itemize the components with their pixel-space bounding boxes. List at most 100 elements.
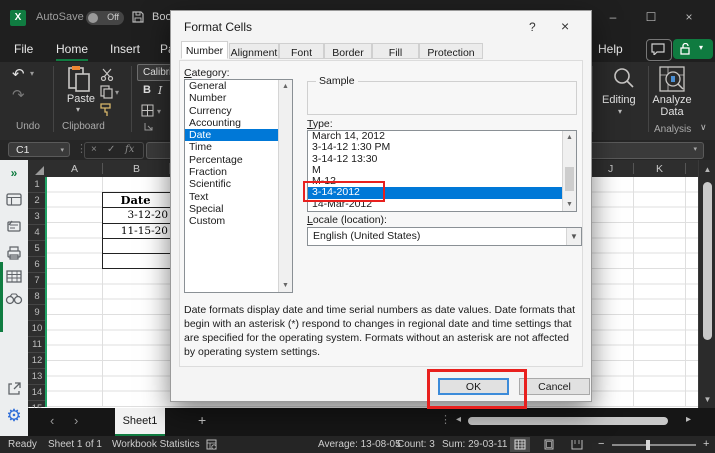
minimize-button[interactable]: – [604,10,622,24]
comments-button[interactable] [646,39,672,61]
copy-chevron-icon[interactable]: ▾ [115,88,119,97]
category-item[interactable]: Text [185,191,292,203]
formula-cancel-icon[interactable]: × [91,144,97,155]
dialog-tab-fill[interactable]: Fill [372,43,419,59]
editing-search-icon[interactable] [612,66,636,90]
window-close-button[interactable]: × [680,10,698,24]
sheet-tab-sheet1[interactable]: Sheet1 [115,408,165,436]
column-header-a[interactable]: A [71,163,78,175]
locale-dropdown[interactable]: English (United States) ▼ [307,227,582,246]
tab-insert[interactable]: Insert [110,42,140,56]
autosave-toggle[interactable]: Off [86,11,124,25]
bold-button[interactable]: B [143,84,151,96]
tab-home[interactable]: Home [56,42,88,61]
form-panel-icon[interactable] [6,220,22,233]
row-header[interactable]: 3 [28,209,46,225]
grid-panel-icon[interactable] [6,270,22,283]
type-scroll-thumb[interactable] [565,167,574,191]
row-header[interactable]: 10 [28,321,46,337]
zoom-slider-knob[interactable] [646,440,650,450]
hscroll-right-icon[interactable]: ▸ [686,414,691,425]
category-item[interactable]: Custom [185,215,292,227]
column-header-b[interactable]: B [133,163,140,175]
type-item[interactable]: 3-14-12 13:30 [308,154,576,165]
row-header[interactable]: 4 [28,225,46,241]
analyze-data-label-1[interactable]: Analyze [652,94,692,106]
cell-b5[interactable] [103,239,170,254]
category-item[interactable]: Time [185,141,292,153]
zoom-in-button[interactable]: + [703,438,709,450]
format-painter-icon[interactable] [99,103,114,117]
row-header[interactable]: 6 [28,257,46,273]
table-panel-icon[interactable] [6,193,22,206]
type-item[interactable]: March 14, 2012 [308,131,576,142]
cell-b2[interactable]: Date [103,193,170,208]
category-item[interactable]: Number [185,92,292,104]
prev-sheet-icon[interactable]: ‹ [50,413,54,428]
row-header[interactable]: 9 [28,305,46,321]
undo-icon[interactable]: ↶ [12,65,25,83]
zoom-slider-track[interactable] [612,444,696,446]
row-header[interactable]: 14 [28,385,46,401]
view-normal-button[interactable] [510,437,530,452]
zoom-out-button[interactable]: − [598,438,604,450]
row-header[interactable]: 1 [28,177,46,193]
dialog-tab-border[interactable]: Border [324,43,372,59]
editing-label[interactable]: Editing [602,94,636,106]
cell-b6[interactable] [103,254,170,268]
category-list[interactable]: General Number Currency Accounting Date … [184,79,293,293]
column-header-k[interactable]: K [656,163,663,175]
category-item[interactable]: Special [185,203,292,215]
cancel-button[interactable]: Cancel [519,378,590,395]
maximize-button[interactable]: ☐ [642,10,660,24]
column-header-j[interactable]: J [608,163,613,175]
status-workbook-statistics[interactable]: Workbook Statistics [112,439,200,450]
italic-button[interactable]: I [158,84,162,97]
cell-b4[interactable]: 11-15-20 [103,224,170,239]
dialog-close-button[interactable]: × [561,18,569,34]
dialog-tab-alignment[interactable]: Alignment [229,43,279,59]
clipboard-launcher-icon[interactable] [144,122,153,131]
type-scrollbar[interactable]: ▲ ▼ [562,131,576,211]
row-header[interactable]: 12 [28,353,46,369]
dialog-tab-font[interactable]: Font [279,43,324,59]
cut-icon[interactable] [100,68,114,81]
collapse-ribbon-icon[interactable]: ∨ [700,122,707,133]
category-item[interactable]: Fraction [185,166,292,178]
vertical-scroll-thumb[interactable] [703,182,712,340]
undo-chevron-icon[interactable]: ▾ [30,69,34,78]
tab-help[interactable]: Help [598,42,623,56]
category-item[interactable]: General [185,80,292,92]
status-count[interactable]: Count: 3 [397,439,435,450]
borders-chevron-icon[interactable]: ▾ [157,107,161,116]
editing-chevron-icon[interactable]: ▾ [618,107,622,116]
expand-panel-icon[interactable]: » [0,166,28,180]
category-item-selected[interactable]: Date [185,129,292,141]
category-item[interactable]: Percentage [185,154,292,166]
category-item[interactable]: Currency [185,105,292,117]
category-scrollbar[interactable]: ▲ ▼ [278,80,292,292]
borders-icon[interactable] [141,104,154,117]
status-sheet-count[interactable]: Sheet 1 of 1 [48,439,102,450]
status-average[interactable]: Average: 13-08-05 [318,439,401,450]
tab-file[interactable]: File [14,42,33,56]
cell-b3[interactable]: 3-12-20 [103,208,170,223]
insert-function-icon[interactable]: fx [125,144,134,155]
category-item[interactable]: Accounting [185,117,292,129]
paste-chevron-icon[interactable]: ▾ [76,105,80,114]
settings-gear-icon[interactable]: ⚙ [0,406,28,426]
vertical-scrollbar[interactable]: ▲ ▼ [698,160,715,408]
horizontal-scroll-thumb[interactable] [468,417,668,425]
share-button[interactable]: ▾ [673,39,713,59]
scroll-down-icon[interactable]: ▼ [699,395,715,404]
row-header[interactable]: 7 [28,273,46,289]
view-page-layout-button[interactable] [539,437,559,452]
formula-enter-icon[interactable]: ✓ [107,144,115,155]
scroll-up-icon[interactable]: ▲ [279,83,292,90]
find-panel-icon[interactable] [5,293,23,306]
analyze-data-icon[interactable] [658,65,686,93]
formula-expand-chevron-icon[interactable]: ▾ [693,145,697,153]
scroll-down-icon[interactable]: ▼ [279,282,292,289]
type-item[interactable]: 3-14-12 1:30 PM [308,142,576,153]
add-sheet-button[interactable]: + [198,412,206,428]
